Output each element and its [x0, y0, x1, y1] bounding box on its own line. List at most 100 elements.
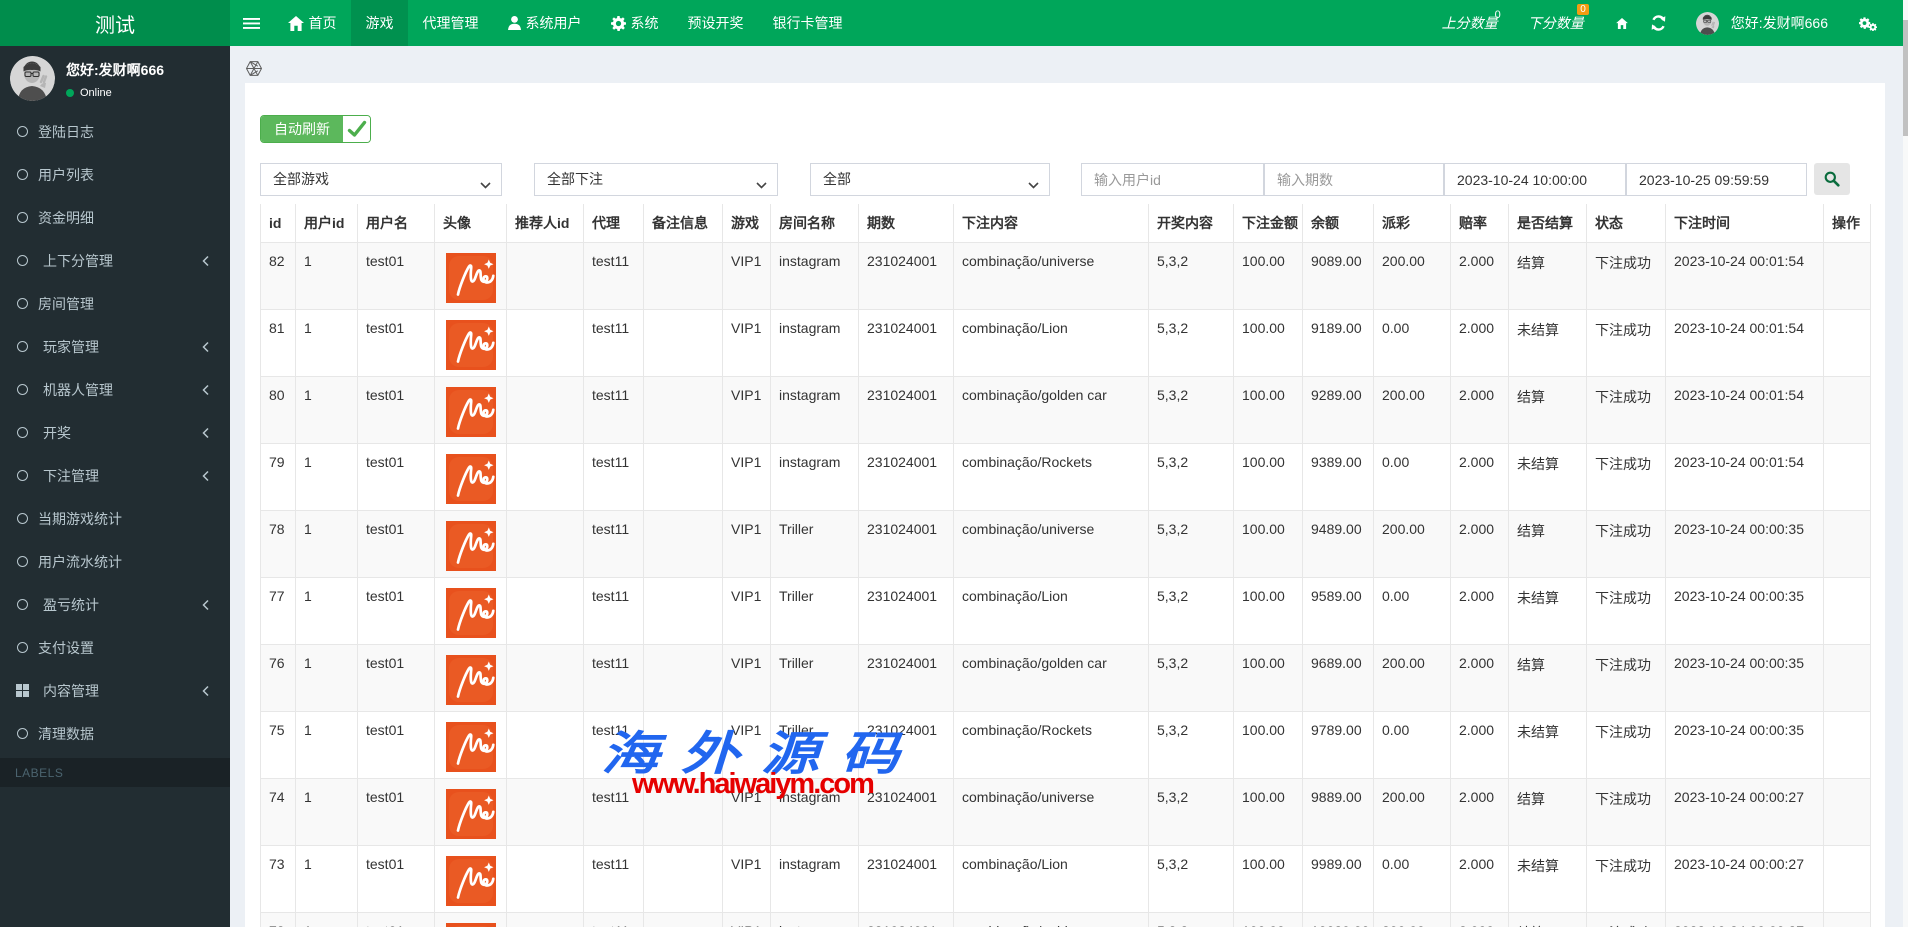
- meplus-avatar-logo: [446, 320, 496, 370]
- sidebar-item-label: 支付设置: [38, 638, 94, 658]
- sidebar-item-11[interactable]: 盈亏统计: [0, 583, 230, 626]
- circle-icon: [16, 555, 29, 568]
- home-icon: [288, 16, 304, 31]
- scrollbar[interactable]: [1903, 0, 1908, 927]
- sidebar-item-0[interactable]: 登陆日志: [0, 110, 230, 153]
- table-header-row: id用户id用户名头像推荐人id代理备注信息游戏房间名称期数下注内容开奖内容下注…: [261, 204, 1871, 243]
- cell: 下注成功: [1587, 310, 1666, 377]
- cell: 100.00: [1234, 578, 1303, 645]
- sidebar-item-10[interactable]: 用户流水统计: [0, 540, 230, 583]
- cell: instagram: [771, 377, 859, 444]
- cell: 下注成功: [1587, 377, 1666, 444]
- cell: 200.00: [1374, 377, 1451, 444]
- sidebar-item-5[interactable]: 玩家管理: [0, 325, 230, 368]
- cell: 下注成功: [1587, 243, 1666, 310]
- cell: VIP1: [723, 712, 771, 779]
- cell: 9689.00: [1303, 645, 1374, 712]
- user-icon: [508, 16, 521, 30]
- cell: [644, 444, 723, 511]
- cogs-icon: [1859, 16, 1877, 31]
- sidebar-status[interactable]: Online: [66, 87, 164, 99]
- cell: 2.000: [1451, 444, 1509, 511]
- sidebar-item-3[interactable]: 上下分管理: [0, 239, 230, 282]
- table-row: 771test01 test11VIP1Triller231024001comb…: [261, 578, 1871, 645]
- cell: combinação/Rockets: [954, 444, 1149, 511]
- user-menu[interactable]: 您好:发财啊666: [1680, 0, 1840, 46]
- bet-select[interactable]: 全部下注: [534, 163, 778, 196]
- nav-item-system[interactable]: 系统: [596, 0, 673, 46]
- sidebar-item-13[interactable]: 内容管理: [0, 669, 230, 712]
- sidebar-item-14[interactable]: 清理数据: [0, 712, 230, 755]
- cell: 1: [296, 444, 358, 511]
- user-id-input[interactable]: [1081, 163, 1264, 196]
- circle-icon: [16, 641, 29, 654]
- cell: 5,3,2: [1149, 444, 1234, 511]
- brand-logo[interactable]: 测试: [0, 0, 230, 46]
- cell: 100.00: [1234, 511, 1303, 578]
- cell: 231024001: [859, 846, 954, 913]
- cell: combinação/Lion: [954, 578, 1149, 645]
- cell: 231024001: [859, 243, 954, 310]
- chevron-left-icon: [202, 384, 209, 395]
- cell: 2023-10-24 00:01:54: [1666, 444, 1824, 511]
- sidebar-item-2[interactable]: 资金明细: [0, 196, 230, 239]
- nav-item-bank-cards[interactable]: 银行卡管理: [758, 0, 857, 46]
- cell: [644, 779, 723, 846]
- period-input[interactable]: [1264, 163, 1444, 196]
- cell: test11: [584, 444, 644, 511]
- cell: 0.00: [1374, 578, 1451, 645]
- sidebar-item-9[interactable]: 当期游戏统计: [0, 497, 230, 540]
- chevron-left-icon: [202, 599, 209, 610]
- cell: [507, 243, 584, 310]
- start-time-input[interactable]: [1444, 163, 1626, 196]
- refresh-button[interactable]: [1636, 0, 1680, 46]
- sidebar-item-1[interactable]: 用户列表: [0, 153, 230, 196]
- cell: Triller: [771, 712, 859, 779]
- settings-button[interactable]: [1840, 0, 1903, 46]
- column-header: 推荐人id: [507, 204, 584, 243]
- score-up-button[interactable]: 上分数量0: [1427, 0, 1513, 46]
- cell: [507, 511, 584, 578]
- end-time-input[interactable]: [1626, 163, 1807, 196]
- cell: 9389.00: [1303, 444, 1374, 511]
- sidebar-toggle-button[interactable]: [230, 0, 273, 46]
- nav-item-home[interactable]: 首页: [273, 0, 351, 46]
- sidebar-item-label: 登陆日志: [38, 122, 94, 142]
- cell: 2023-10-24 00:00:35: [1666, 712, 1824, 779]
- sidebar-item-12[interactable]: 支付设置: [0, 626, 230, 669]
- cell: test01: [358, 511, 435, 578]
- cell: test11: [584, 578, 644, 645]
- cell: 100.00: [1234, 712, 1303, 779]
- sidebar-item-7[interactable]: 开奖: [0, 411, 230, 454]
- cell: 231024001: [859, 377, 954, 444]
- game-select[interactable]: 全部游戏: [260, 163, 502, 196]
- nav-item-games[interactable]: 游戏: [351, 0, 408, 46]
- search-button[interactable]: [1814, 163, 1850, 195]
- cell: 2023-10-24 00:00:35: [1666, 511, 1824, 578]
- cell: [1824, 913, 1871, 927]
- sidebar-item-6[interactable]: 机器人管理: [0, 368, 230, 411]
- auto-refresh-button[interactable]: 自动刷新: [260, 115, 371, 143]
- cell: combinação/golden car: [954, 645, 1149, 712]
- cell: instagram: [771, 310, 859, 377]
- home-shortcut-button[interactable]: [1608, 0, 1636, 46]
- cell: 5,3,2: [1149, 310, 1234, 377]
- sidebar-item-8[interactable]: 下注管理: [0, 454, 230, 497]
- score-down-button[interactable]: 下分数量 0: [1513, 0, 1608, 46]
- nav-item-preset-draw[interactable]: 预设开奖: [673, 0, 758, 46]
- nav-item-system-users[interactable]: 系统用户: [493, 0, 596, 46]
- scrollbar-thumb[interactable]: [1903, 20, 1908, 136]
- sidebar-item-label: 当期游戏统计: [38, 509, 122, 529]
- cell: test11: [584, 377, 644, 444]
- column-header: 状态: [1587, 204, 1666, 243]
- auto-refresh-checkbox[interactable]: [343, 116, 370, 142]
- sidebar-item-4[interactable]: 房间管理: [0, 282, 230, 325]
- auto-refresh-label: 自动刷新: [261, 116, 343, 142]
- nav-item-agents[interactable]: 代理管理: [408, 0, 493, 46]
- cell: 231024001: [859, 712, 954, 779]
- cell: [1824, 511, 1871, 578]
- column-header: 用户id: [296, 204, 358, 243]
- cell: combinação/universe: [954, 511, 1149, 578]
- all-select[interactable]: 全部: [810, 163, 1050, 196]
- cell: 9089.00: [1303, 243, 1374, 310]
